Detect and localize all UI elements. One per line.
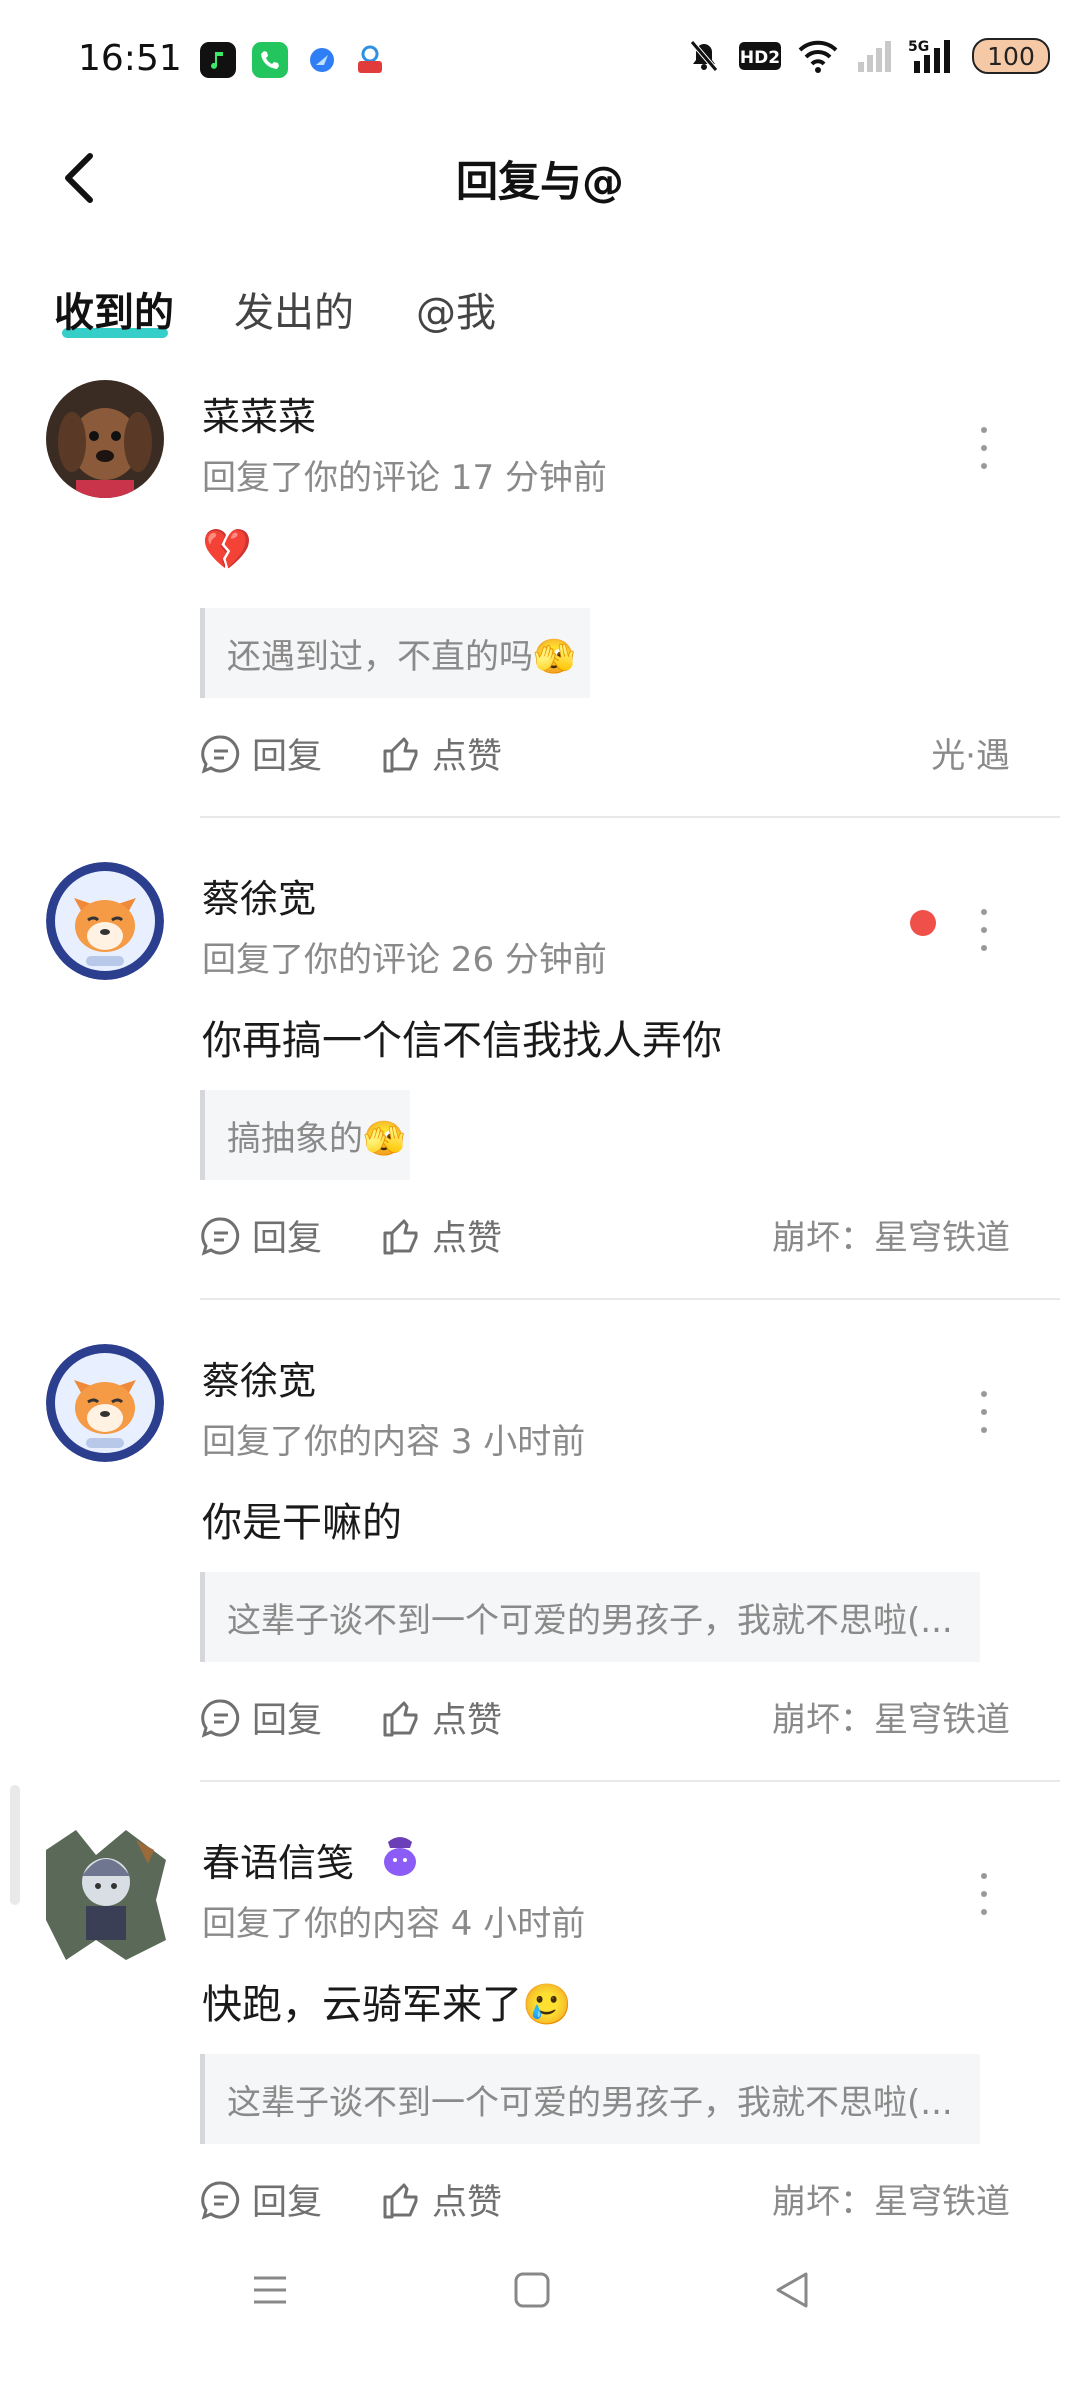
thumbs-up-icon (383, 1219, 418, 1254)
back-icon[interactable] (770, 2268, 814, 2312)
avatar[interactable] (36, 1820, 176, 1960)
reply-label: 回复 (252, 737, 323, 777)
status-indicators: HD2 5G 100 (684, 36, 1050, 76)
signal-icon (858, 41, 891, 72)
reply-meta: 回复了你的内容 3 小时前 (202, 1422, 586, 1462)
tab-mentions[interactable]: @我 (416, 280, 496, 338)
more-options-icon[interactable] (974, 1864, 994, 1924)
quoted-comment[interactable]: 搞抽象的🫣 (200, 1090, 410, 1180)
avatar[interactable] (46, 862, 164, 980)
comment-icon (201, 2180, 240, 2220)
reply-label: 回复 (252, 2183, 323, 2223)
game-source-tag[interactable]: 崩坏：星穹铁道 (772, 2174, 1010, 2230)
like-button[interactable]: 点赞 (380, 1692, 502, 1743)
battery-indicator: 100 (972, 38, 1050, 74)
phone-app-icon (252, 42, 288, 78)
reply-label: 回复 (252, 1701, 323, 1741)
reply-meta: 回复了你的评论 17 分钟前 (202, 458, 607, 498)
thumbs-up-icon (383, 737, 418, 772)
list-item[interactable]: 菜菜菜 回复了你的评论 17 分钟前 💔 还遇到过，不直的吗🫣 回复 点赞 光·… (0, 380, 1080, 820)
divider (200, 1780, 1060, 1782)
page-title: 回复与@ (455, 157, 624, 206)
username[interactable]: 蔡徐宽 (202, 868, 316, 923)
reply-content: 你再搞一个信不信我找人弄你 (202, 1018, 722, 1064)
more-options-icon[interactable] (974, 900, 994, 960)
browser-app-icon (304, 42, 340, 78)
hd-icon: HD2 (739, 42, 781, 70)
avatar[interactable] (46, 1344, 164, 1462)
game-source-tag[interactable]: 光·遇 (931, 728, 1010, 784)
thumbs-up-icon (383, 2183, 418, 2218)
like-button[interactable]: 点赞 (380, 1210, 502, 1261)
comment-icon (201, 1216, 240, 1256)
username[interactable]: 菜菜菜 (202, 386, 316, 441)
badge-icon (384, 1837, 416, 1876)
like-button[interactable]: 点赞 (380, 2174, 502, 2225)
action-row: 回复 点赞 崩坏：星穹铁道 (200, 2174, 1020, 2234)
comment-icon (201, 1698, 240, 1738)
status-time: 16:51 (78, 38, 182, 79)
thumbs-up-icon (383, 1701, 418, 1736)
action-row: 回复 点赞 光·遇 (200, 728, 1020, 788)
reply-meta: 回复了你的内容 4 小时前 (202, 1904, 586, 1944)
divider (200, 1298, 1060, 1300)
list-item[interactable]: 蔡徐宽 回复了你的内容 3 小时前 你是干嘛的 这辈子谈不到一个可爱的男孩子，我… (0, 1344, 1080, 1784)
header: 回复与@ (0, 120, 1080, 240)
like-label: 点赞 (432, 1701, 503, 1741)
like-label: 点赞 (432, 737, 503, 777)
like-label: 点赞 (432, 2183, 503, 2223)
tab-sent[interactable]: 发出的 (234, 280, 354, 338)
reply-button[interactable]: 回复 (200, 1692, 322, 1743)
5g-signal-icon: 5G (908, 39, 950, 73)
tab-received[interactable]: 收到的 (54, 280, 174, 338)
reply-button[interactable]: 回复 (200, 2174, 322, 2225)
list-item[interactable]: 春语信笺 回复了你的内容 4 小时前 快跑，云骑军来了🥲 这辈子谈不到一个可爱的… (0, 1820, 1080, 2246)
svg-text:HD2: HD2 (740, 48, 780, 68)
home-icon[interactable] (510, 2268, 554, 2312)
system-nav-bar (0, 2240, 1080, 2350)
like-button[interactable]: 点赞 (380, 728, 502, 779)
quoted-comment[interactable]: 这辈子谈不到一个可爱的男孩子，我就不思啦(... (200, 2054, 980, 2144)
more-options-icon[interactable] (974, 1382, 994, 1442)
unread-dot (910, 910, 936, 936)
reply-button[interactable]: 回复 (200, 1210, 322, 1261)
wifi-icon (798, 40, 838, 73)
mute-icon (690, 40, 718, 72)
action-row: 回复 点赞 崩坏：星穹铁道 (200, 1692, 1020, 1752)
list-item[interactable]: 蔡徐宽 回复了你的评论 26 分钟前 你再搞一个信不信我找人弄你 搞抽象的🫣 回… (0, 862, 1080, 1302)
reply-label: 回复 (252, 1219, 323, 1259)
divider (200, 816, 1060, 818)
reply-meta: 回复了你的评论 26 分钟前 (202, 940, 607, 980)
action-row: 回复 点赞 崩坏：星穹铁道 (200, 1210, 1020, 1270)
username[interactable]: 春语信笺 (202, 1832, 354, 1887)
game-source-tag[interactable]: 崩坏：星穹铁道 (772, 1692, 1010, 1748)
game-source-tag[interactable]: 崩坏：星穹铁道 (772, 1210, 1010, 1266)
quoted-comment[interactable]: 还遇到过，不直的吗🫣 (200, 608, 590, 698)
username[interactable]: 蔡徐宽 (202, 1350, 316, 1405)
comment-icon (201, 734, 240, 774)
status-bar: 16:51 HD2 5G 100 (0, 0, 1080, 120)
reply-content: 快跑，云骑军来了🥲 (202, 1982, 572, 2028)
tab-bar: 收到的 发出的 @我 (0, 270, 1080, 350)
mobile-app-icon (352, 42, 388, 78)
reply-content: 你是干嘛的 (202, 1500, 402, 1546)
avatar[interactable] (46, 380, 164, 498)
reply-button[interactable]: 回复 (200, 728, 322, 779)
like-label: 点赞 (432, 1219, 503, 1259)
reply-content: 💔 (202, 527, 252, 573)
svg-text:5G: 5G (908, 39, 929, 55)
menu-icon[interactable] (248, 2268, 292, 2312)
music-app-icon (200, 42, 236, 78)
quoted-comment[interactable]: 这辈子谈不到一个可爱的男孩子，我就不思啦(... (200, 1572, 980, 1662)
more-options-icon[interactable] (974, 418, 994, 478)
